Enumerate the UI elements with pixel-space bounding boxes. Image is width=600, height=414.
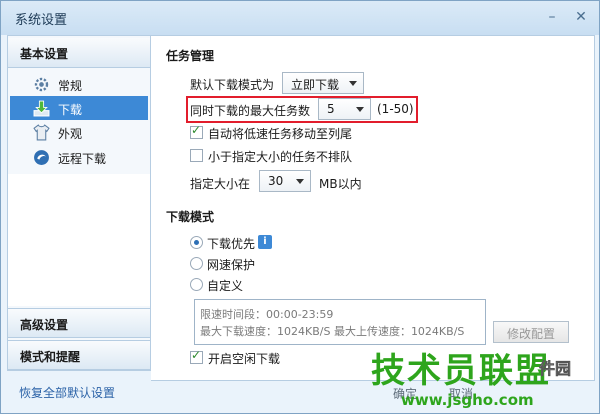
watermark-logo: 技术员联盟 www.jsgho.com 件园 [331,341,599,413]
mode-download-first-radio[interactable] [190,236,203,249]
section-title-task-management: 任务管理 [166,49,215,63]
size-label: 指定大小在 [190,177,251,191]
download-icon [33,100,50,117]
limit-speeds-text: 最大下载速度：1024KB/S 最大上传速度：1024KB/S [200,325,465,338]
chevron-down-icon [296,179,304,184]
sidebar-item-label: 远程下载 [58,152,107,166]
mode-speed-protect-radio[interactable] [190,257,203,270]
gear-icon [34,77,49,92]
sidebar-item-remote-download[interactable]: 远程下载 [10,145,148,169]
auto-move-slow-checkbox[interactable] [190,123,203,139]
minimize-icon[interactable]: – [543,8,561,26]
group-mode-and-reminder[interactable]: 模式和提醒 [8,340,150,370]
sidebar-item-label: 常规 [58,79,83,93]
watermark-brand: 技术员联盟 [371,351,551,391]
size-value: 30 [268,174,284,188]
size-select[interactable]: 30 [259,170,311,192]
settings-window: 系统设置 – ✕ 基本设置 常规 下载 外观 远程下载 高级设置 模式和提醒 恢… [0,0,600,414]
default-mode-label: 默认下载模式为 [190,78,275,92]
watermark-side-text: 件园 [539,359,572,379]
default-mode-select[interactable]: 立即下载 [282,72,364,94]
edit-config-button[interactable]: 修改配置 [493,321,569,343]
sidebar-item-download[interactable]: 下载 [10,96,148,120]
mode-speed-protect-label: 网速保护 [207,258,256,272]
idle-download-label: 开启空闲下载 [208,352,281,366]
group-basic-settings[interactable]: 基本设置 [8,38,150,68]
speed-limit-rule-box: 限速时间段：00:00-23:59 最大下载速度：1024KB/S 最大上传速度… [194,299,486,345]
max-tasks-range: (1-50) [377,102,414,116]
sidebar-item-appearance[interactable]: 外观 [10,120,148,144]
window-title: 系统设置 [15,13,68,28]
info-icon[interactable]: i [258,235,272,249]
restore-defaults-link[interactable]: 恢复全部默认设置 [19,384,115,401]
sidebar-spacer [8,174,150,306]
remote-download-icon [34,150,49,165]
limit-period-text: 限速时间段：00:00-23:59 [200,308,334,321]
mode-custom-radio[interactable] [190,278,203,291]
shirt-icon [33,124,50,141]
mode-custom-label: 自定义 [207,279,244,293]
no-queue-small-checkbox[interactable] [190,149,203,162]
max-tasks-label: 同时下载的最大任务数 [190,104,311,118]
sidebar-item-label: 下载 [58,103,83,117]
chevron-down-icon [349,81,357,86]
size-unit: MB以内 [319,177,362,191]
sidebar-item-label: 外观 [58,127,83,141]
no-queue-small-label: 小于指定大小的任务不排队 [208,150,353,164]
default-mode-value: 立即下载 [291,78,340,92]
idle-download-checkbox[interactable] [190,348,203,364]
watermark-url: www.jsgho.com [401,391,534,409]
group-advanced-settings[interactable]: 高级设置 [8,308,150,338]
max-tasks-value: 5 [327,102,335,116]
auto-move-slow-label: 自动将低速任务移动至列尾 [208,127,353,141]
sidebar-item-general[interactable]: 常规 [10,72,148,96]
title-bar: 系统设置 – ✕ [1,1,599,35]
section-title-download-mode: 下载模式 [166,210,215,224]
sidebar: 基本设置 常规 下载 外观 远程下载 高级设置 模式和提醒 [7,35,151,371]
mode-download-first-label: 下载优先 [207,237,256,251]
max-tasks-select[interactable]: 5 [318,98,371,120]
close-icon[interactable]: ✕ [572,8,590,26]
chevron-down-icon [356,107,364,112]
